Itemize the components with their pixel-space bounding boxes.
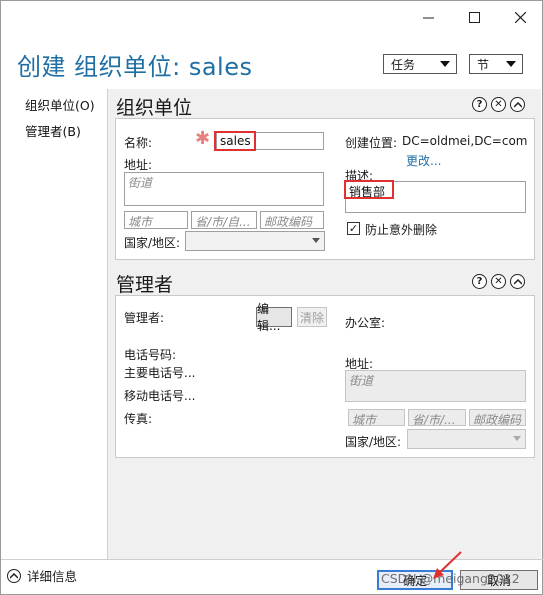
manager-label: 管理者: <box>124 311 165 325</box>
tasks-dropdown[interactable]: 任务 <box>383 54 457 74</box>
details-label: 详细信息 <box>27 569 78 584</box>
country-label: 国家/地区: <box>124 236 181 250</box>
nav-item-manager[interactable]: 管理者(B) <box>25 121 81 140</box>
minimize-icon <box>422 17 434 18</box>
manager-section-controls: ? ✕ <box>472 274 525 289</box>
street-input[interactable]: 街道 <box>124 172 324 206</box>
cancel-button[interactable]: 取消 <box>460 570 538 590</box>
annotation-arrow-icon <box>433 551 462 579</box>
address-label: 地址: <box>124 158 153 172</box>
expand-up-icon <box>7 568 21 583</box>
create-location-value: DC=oldmei,DC=com <box>402 134 528 148</box>
change-location-link[interactable]: 更改... <box>406 152 441 169</box>
collapse-icon[interactable] <box>510 97 525 112</box>
manager-section-title: 管理者 <box>116 274 174 296</box>
close-section-icon[interactable]: ✕ <box>491 97 506 112</box>
manager-province-input: 省/市/... <box>408 409 466 426</box>
org-unit-section-title: 组织单位 <box>116 97 193 119</box>
nav-item-org-unit[interactable]: 组织单位(O) <box>25 95 95 114</box>
main-phone-label: 主要电话号... <box>124 366 196 380</box>
chevron-down-icon <box>506 61 516 67</box>
help-icon[interactable]: ? <box>472 97 487 112</box>
close-button[interactable] <box>497 1 543 33</box>
section-dropdown[interactable]: 节 <box>469 54 523 74</box>
name-highlight <box>214 131 256 151</box>
edit-manager-button[interactable]: 编辑... <box>256 302 292 333</box>
chevron-down-icon <box>312 238 320 243</box>
province-input[interactable]: 省/市/自... <box>191 211 257 229</box>
details-toggle[interactable]: 详细信息 <box>7 566 77 585</box>
close-icon <box>514 11 526 23</box>
manager-city-input: 城市 <box>348 409 405 426</box>
help-icon[interactable]: ? <box>472 274 487 289</box>
maximize-button[interactable] <box>451 1 497 33</box>
chevron-down-icon <box>440 61 450 67</box>
collapse-icon[interactable] <box>510 274 525 289</box>
close-section-icon[interactable]: ✕ <box>491 274 506 289</box>
org-unit-panel: 名称: ✱ sales 地址: 街道 城市 省/市/自... 邮政编码 国家/地… <box>115 118 535 260</box>
city-input[interactable]: 城市 <box>124 211 188 229</box>
chevron-down-icon <box>513 436 521 441</box>
protect-deletion-label: 防止意外删除 <box>365 223 438 237</box>
manager-street-input: 街道 <box>345 370 526 402</box>
manager-panel: 管理者: 编辑... 清除 办公室: 电话号码: 主要电话号... 移动电话号.… <box>115 295 535 458</box>
dialog-window: 创建 组织单位: sales 任务 节 组织单位(O) 管理者(B) 组织单位 … <box>0 0 543 595</box>
name-label: 名称: <box>124 136 153 150</box>
office-label: 办公室: <box>345 316 386 330</box>
required-asterisk-icon: ✱ <box>195 128 211 149</box>
minimize-button[interactable] <box>405 1 451 33</box>
fax-label: 传真: <box>124 412 153 426</box>
country-select[interactable] <box>185 231 325 251</box>
tasks-dropdown-label: 任务 <box>391 57 416 72</box>
maximize-icon <box>468 11 480 23</box>
main-content: 组织单位 ? ✕ 名称: ✱ sales 地址: 街道 城市 省/市/自... … <box>108 89 541 559</box>
section-dropdown-label: 节 <box>477 57 490 72</box>
protect-deletion-checkbox[interactable]: ✓ <box>347 222 360 235</box>
manager-country-label: 国家/地区: <box>345 435 402 449</box>
manager-postal-input: 邮政编码 <box>469 409 526 426</box>
org-unit-section-controls: ? ✕ <box>472 97 525 112</box>
manager-country-select <box>407 429 526 449</box>
page-title: 创建 组织单位: sales <box>17 53 253 81</box>
create-location-label: 创建位置: <box>345 136 398 150</box>
mobile-phone-label: 移动电话号... <box>124 389 196 403</box>
left-nav: 组织单位(O) 管理者(B) <box>3 89 107 559</box>
postal-code-input[interactable]: 邮政编码 <box>260 211 324 229</box>
description-highlight <box>344 180 394 199</box>
clear-manager-button[interactable]: 清除 <box>297 307 327 327</box>
phone-label: 电话号码: <box>124 348 177 362</box>
